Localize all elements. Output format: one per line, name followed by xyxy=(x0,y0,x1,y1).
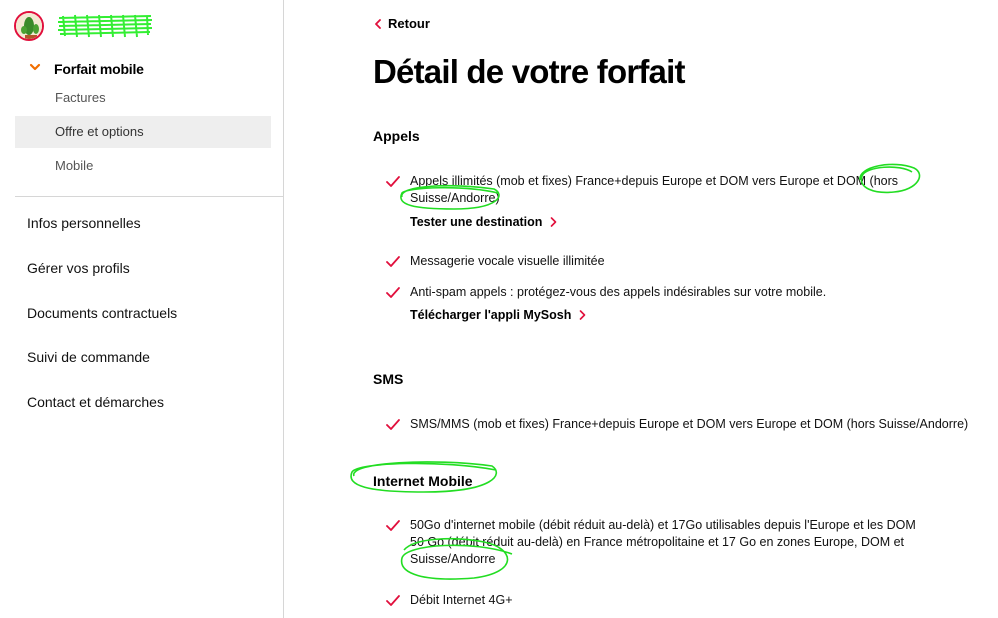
list-item-text: Appels illimités (mob et fixes) France+d… xyxy=(410,174,899,205)
sidebar-item-infos-personnelles[interactable]: Infos personnelles xyxy=(27,215,141,231)
chevron-down-icon xyxy=(29,63,41,71)
nav-parent-forfait-mobile[interactable]: Forfait mobile xyxy=(0,56,284,82)
back-label: Retour xyxy=(388,16,430,31)
sidebar-item-factures[interactable]: Factures xyxy=(15,82,271,114)
list-item-text: Débit Internet 4G+ xyxy=(410,593,513,607)
nav-parent-label: Forfait mobile xyxy=(54,61,144,77)
sidebar-divider xyxy=(15,196,284,197)
sidebar-item-label: Mobile xyxy=(55,158,94,173)
list-item-text: 50Go d'internet mobile (débit réduit au-… xyxy=(410,518,916,566)
link-telecharger-mysosh[interactable]: Télécharger l'appli MySosh xyxy=(410,308,586,322)
nav-group-forfait: Forfait mobile xyxy=(0,56,284,82)
redacted-username-scribble xyxy=(57,14,153,38)
sidebar-item-offre-et-options[interactable]: Offre et options xyxy=(15,116,271,148)
check-icon xyxy=(386,419,400,430)
sidebar-item-contact-demarches[interactable]: Contact et démarches xyxy=(27,394,164,410)
link-label: Télécharger l'appli MySosh xyxy=(410,308,572,322)
sidebar-item-documents-contractuels[interactable]: Documents contractuels xyxy=(27,305,177,321)
main-content: Retour Détail de votre forfait Appels Ap… xyxy=(284,0,998,618)
back-link[interactable]: Retour xyxy=(374,16,430,31)
chevron-right-icon xyxy=(551,217,557,227)
link-tester-destination[interactable]: Tester une destination xyxy=(410,215,557,229)
chevron-left-icon xyxy=(375,18,381,29)
section-title-internet-mobile: Internet Mobile xyxy=(373,473,473,489)
sidebar-item-suivi-commande[interactable]: Suivi de commande xyxy=(27,349,150,365)
page-title: Détail de votre forfait xyxy=(373,53,685,90)
sidebar-item-label: Factures xyxy=(55,90,106,105)
sidebar-item-mobile[interactable]: Mobile xyxy=(15,150,271,182)
avatar[interactable] xyxy=(14,11,44,41)
sidebar-item-gerer-profils[interactable]: Gérer vos profils xyxy=(27,260,130,276)
section-title-sms: SMS xyxy=(373,371,404,387)
check-icon xyxy=(386,595,400,606)
check-icon xyxy=(386,256,400,267)
check-icon xyxy=(386,520,400,531)
check-icon xyxy=(386,287,400,298)
list-item-text: SMS/MMS (mob et fixes) France+depuis Eur… xyxy=(410,417,969,431)
list-item-text: Anti-spam appels : protégez-vous des app… xyxy=(410,285,827,299)
chevron-right-icon xyxy=(580,310,586,320)
sidebar-item-label: Offre et options xyxy=(55,124,144,139)
section-title-appels: Appels xyxy=(373,128,420,144)
cactus-icon xyxy=(16,13,42,39)
list-item-text: Messagerie vocale visuelle illimitée xyxy=(410,254,605,268)
link-label: Tester une destination xyxy=(410,215,543,229)
sidebar: Forfait mobile Factures Offre et options… xyxy=(0,0,284,618)
check-icon xyxy=(386,176,400,187)
